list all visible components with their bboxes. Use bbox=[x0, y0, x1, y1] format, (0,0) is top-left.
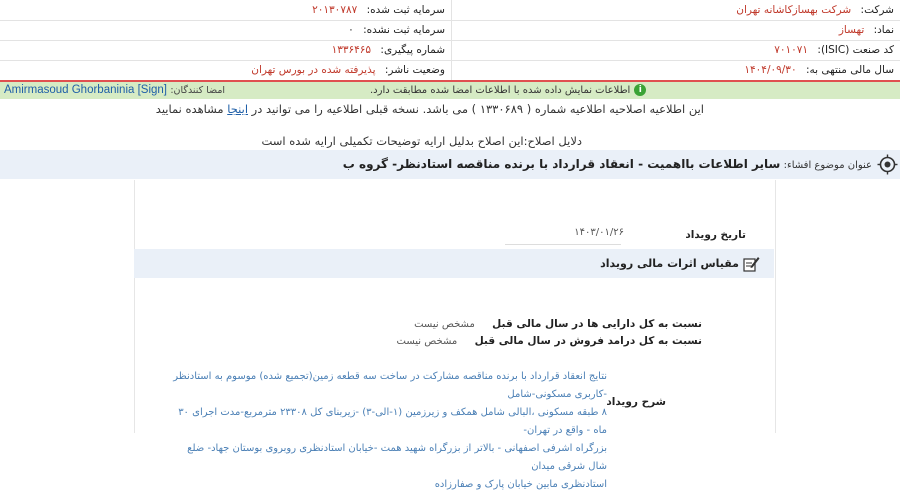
target-icon bbox=[877, 154, 898, 175]
description-line: بزرگراه اشرفی اصفهانی - بالاتر از بزرگرا… bbox=[187, 443, 607, 472]
company-value: شرکت بهسازکاشانه تهران bbox=[736, 4, 852, 16]
subject-label: عنوان موضوع افشاء: bbox=[783, 160, 872, 171]
info-row-3: کد صنعت (ISIC): ۷۰۱۰۷۱ شماره پیگیری: ۱۳۳… bbox=[0, 40, 900, 61]
registered-capital-label: سرمایه ثبت شده: bbox=[366, 4, 445, 16]
sales-ratio-row: نسبت به کل درامد فروش در سال مالی قبل مش… bbox=[397, 333, 702, 349]
correction-notice: این اطلاعیه اصلاحیه اطلاعیه شماره ( ۱۳۳۰… bbox=[156, 101, 704, 117]
event-date-value: ۱۴۰۳/۰۱/۲۶ bbox=[574, 227, 624, 238]
signers: امضا کنندگان: Amirmasoud Ghorbaninia [Si… bbox=[4, 82, 225, 99]
company-label: شرکت: bbox=[860, 4, 894, 16]
isic-value: ۷۰۱۰۷۱ bbox=[774, 44, 809, 56]
verification-message: iاطلاعات نمایش داده شده با اطلاعات امضا … bbox=[370, 82, 647, 99]
event-description: نتایج انعقاد قرارداد با برنده مناقصه مشا… bbox=[172, 368, 607, 494]
sales-ratio-value: مشخص نیست bbox=[396, 336, 458, 347]
verification-text: اطلاعات نمایش داده شده با اطلاعات امضا ش… bbox=[370, 85, 631, 96]
assets-ratio-label: نسبت به کل دارایی ها در سال مالی قبل bbox=[492, 318, 702, 330]
info-row-4: سال مالی منتهی به: ۱۴۰۴/۰۹/۳۰ وضعیت ناشر… bbox=[0, 60, 900, 81]
info-row-2: نماد: تهساز سرمایه ثبت نشده: ۰ bbox=[0, 20, 900, 41]
fiscal-year-label: سال مالی منتهی به: bbox=[805, 64, 894, 76]
fiscal-year-field: سال مالی منتهی به: ۱۴۰۴/۰۹/۳۰ bbox=[454, 60, 894, 80]
symbol-value: تهساز bbox=[838, 24, 865, 36]
previous-version-link[interactable]: اینجا bbox=[227, 102, 248, 116]
assets-ratio-value: مشخص نیست bbox=[414, 319, 475, 330]
signers-label: امضا کنندگان: bbox=[170, 85, 226, 96]
isic-label: کد صنعت (ISIC): bbox=[817, 44, 894, 56]
tracking-field: شماره پیگیری: ۱۳۳۶۴۶۵ bbox=[5, 40, 445, 60]
subject-text: عنوان موضوع افشاء: سایر اطلاعات بااهمیت … bbox=[343, 150, 872, 179]
correction-prefix: این اطلاعیه اصلاحیه اطلاعیه شماره ( ۱۳۳۰… bbox=[251, 102, 704, 116]
symbol-label: نماد: bbox=[873, 24, 894, 36]
tracking-value: ۱۳۳۶۴۶۵ bbox=[331, 44, 372, 56]
registered-capital-value: ۲۰۱۳۰۷۸۷ bbox=[312, 4, 358, 16]
unregistered-capital-field: سرمایه ثبت نشده: ۰ bbox=[5, 20, 445, 40]
info-icon: i bbox=[634, 84, 647, 96]
tracking-label: شماره پیگیری: bbox=[380, 44, 445, 56]
isic-field: کد صنعت (ISIC): ۷۰۱۰۷۱ bbox=[454, 40, 894, 60]
description-line: نتایج انعقاد قرارداد با برنده مناقصه مشا… bbox=[173, 371, 607, 400]
publisher-status-value: پذیرفته شده در بورس تهران bbox=[251, 64, 376, 76]
description-line: استادنظری مابین خیابان پارک و صفارزاده bbox=[434, 479, 607, 490]
signature-bar: امضا کنندگان: Amirmasoud Ghorbaninia [Si… bbox=[0, 82, 900, 99]
event-date-label: تاریخ رویداد bbox=[685, 229, 746, 241]
assets-ratio-row: نسبت به کل دارایی ها در سال مالی قبل مشخ… bbox=[414, 316, 702, 332]
unregistered-capital-value: ۰ bbox=[348, 24, 354, 36]
fiscal-year-value: ۱۴۰۴/۰۹/۳۰ bbox=[744, 64, 797, 76]
publisher-status-field: وضعیت ناشر: پذیرفته شده در بورس تهران bbox=[5, 60, 445, 80]
financial-impact-title: مقیاس اثرات مالی رویداد bbox=[600, 257, 739, 270]
edit-icon bbox=[743, 257, 760, 272]
company-field: شرکت: شرکت بهسازکاشانه تهران bbox=[454, 0, 894, 20]
subject-bar: عنوان موضوع افشاء: سایر اطلاعات بااهمیت … bbox=[0, 150, 900, 179]
info-row-1: شرکت: شرکت بهسازکاشانه تهران سرمایه ثبت … bbox=[0, 0, 900, 21]
event-date-underline bbox=[505, 244, 621, 245]
unregistered-capital-label: سرمایه ثبت نشده: bbox=[363, 24, 445, 36]
description-label: شرح رویداد bbox=[606, 396, 666, 408]
signer-name: Amirmasoud Ghorbaninia [Sign] bbox=[4, 84, 167, 96]
sales-ratio-label: نسبت به کل درامد فروش در سال مالی قبل bbox=[474, 335, 702, 347]
correction-suffix: مشاهده نمایید bbox=[155, 102, 224, 116]
subject-title: سایر اطلاعات بااهمیت - انعقاد قرارداد با… bbox=[342, 157, 781, 171]
publisher-status-label: وضعیت ناشر: bbox=[384, 64, 445, 76]
description-line: ۸ طبقه مسکونی ،البالی شامل همکف و زیرزمی… bbox=[178, 407, 607, 436]
company-info-grid: شرکت: شرکت بهسازکاشانه تهران سرمایه ثبت … bbox=[0, 0, 900, 81]
financial-impact-header: مقیاس اثرات مالی رویداد bbox=[134, 249, 774, 278]
correction-reason: دلایل اصلاح:این اصلاح بدلیل ارایه توضیحا… bbox=[261, 134, 582, 148]
symbol-field: نماد: تهساز bbox=[454, 20, 894, 40]
registered-capital-field: سرمایه ثبت شده: ۲۰۱۳۰۷۸۷ bbox=[5, 0, 445, 20]
